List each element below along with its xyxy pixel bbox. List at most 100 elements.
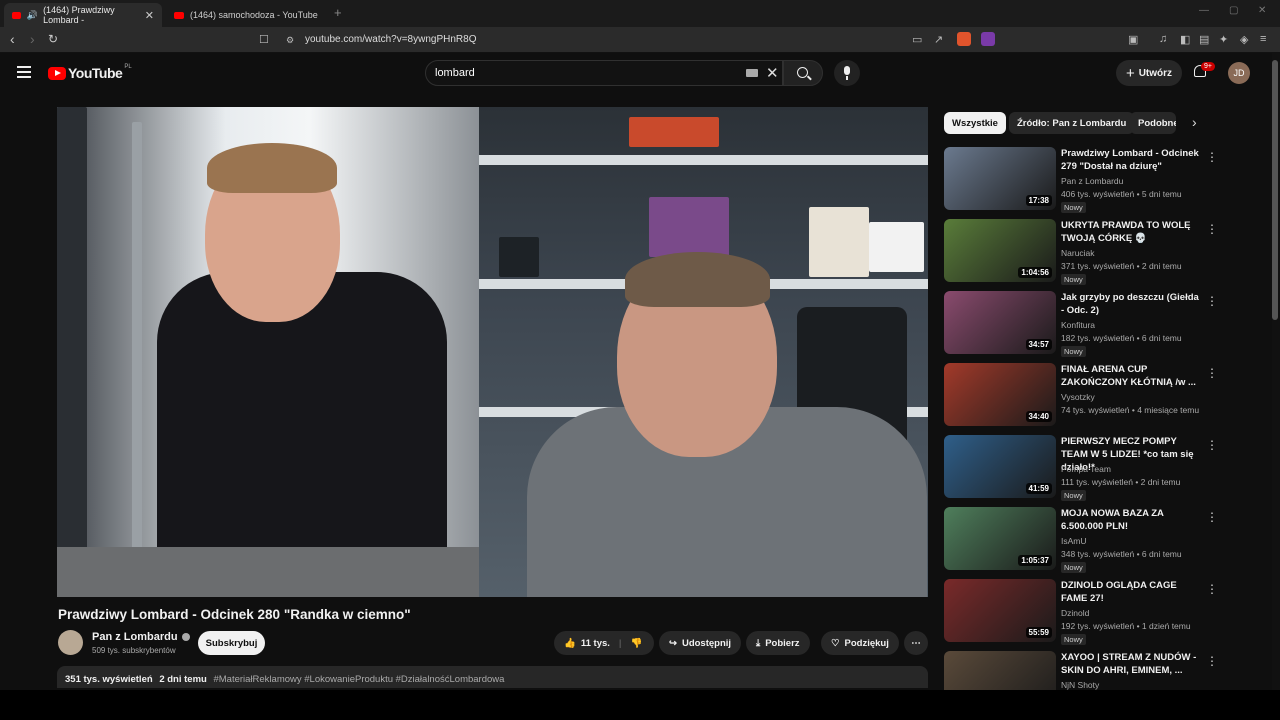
recommendation-item[interactable]: 1:05:37 MOJA NOWA BAZA ZA 6.500.000 PLN! I… <box>944 507 1224 573</box>
notification-badge: 9+ <box>1201 62 1215 71</box>
description-box[interactable]: 351 tys. wyświetleń 2 dni temu #Materiał… <box>57 666 928 688</box>
close-tab-icon[interactable]: ✕ <box>145 9 154 22</box>
site-info-icon[interactable]: ⚙ <box>286 35 294 46</box>
recommendation-item[interactable]: 41:59 PIERWSZY MECZ POMPY TEAM W 5 LIDZE!… <box>944 435 1224 501</box>
recommendation-channel[interactable]: Naruciak <box>1061 248 1095 258</box>
like-count[interactable]: 11 tys. <box>581 638 610 649</box>
more-vertical-icon[interactable]: ⋮ <box>1206 654 1218 668</box>
recommendation-channel[interactable]: Vysotzky <box>1061 392 1095 402</box>
video-player[interactable] <box>57 107 928 597</box>
browser-tab-active[interactable]: 🔊 (1464) Prawdziwy Lombard - ✕ <box>4 3 162 27</box>
video-thumbnail[interactable]: 1:04:56 <box>944 219 1056 282</box>
more-vertical-icon[interactable]: ⋮ <box>1206 294 1218 308</box>
recommendation-title[interactable]: Prawdziwy Lombard - Odcinek 279 "Dostał … <box>1061 147 1201 173</box>
wallet-icon[interactable]: ▤ <box>1199 33 1209 46</box>
recommendation-item[interactable]: 17:38 Prawdziwy Lombard - Odcinek 279 "Do… <box>944 147 1224 213</box>
video-duration: 34:57 <box>1025 339 1052 350</box>
more-vertical-icon[interactable]: ⋮ <box>1206 510 1218 524</box>
recommendation-title[interactable]: Jak grzyby po deszczu (Giełda - Odc. 2) <box>1061 291 1201 317</box>
recommendation-channel[interactable]: IsAmU <box>1061 536 1087 546</box>
recommendation-title[interactable]: XAYOO | STREAM Z NUDÓW - SKIN DO AHRI, E… <box>1061 651 1201 677</box>
create-button[interactable]: + Utwórz <box>1116 60 1182 86</box>
share-icon[interactable]: ↗ <box>934 33 943 46</box>
back-icon[interactable]: ‹ <box>10 31 15 47</box>
video-thumbnail[interactable]: 34:57 <box>944 291 1056 354</box>
share-icon: ↪ <box>669 637 677 649</box>
hamburger-menu-icon[interactable] <box>17 66 31 78</box>
bookmark-icon[interactable]: ☐ <box>259 33 269 46</box>
recommendation-channel[interactable]: NjN Shoty <box>1061 680 1099 690</box>
share-button[interactable]: ↪ Udostępnij <box>659 631 742 655</box>
recommendation-item[interactable]: 34:40 FINAŁ ARENA CUP ZAKOŃCZONY KŁÓTNIĄ … <box>944 363 1224 427</box>
chip-source[interactable]: Źródło: Pan z Lombardu <box>1009 112 1135 134</box>
more-vertical-icon[interactable]: ⋮ <box>1206 222 1218 236</box>
recommendation-channel[interactable]: Dzinold <box>1061 608 1089 618</box>
more-vertical-icon[interactable]: ⋮ <box>1206 150 1218 164</box>
panel-icon[interactable]: ◧ <box>1180 33 1190 46</box>
cast-icon[interactable]: ▭ <box>912 33 922 46</box>
logo-text: YouTube <box>68 65 123 81</box>
rewards-icon[interactable] <box>981 32 995 46</box>
browser-tab[interactable]: (1464) samochodoza - YouTube <box>166 3 326 27</box>
search-button[interactable] <box>783 60 823 86</box>
youtube-logo[interactable]: YouTube PL <box>48 64 132 81</box>
browser-tab-bar: 🔊 (1464) Prawdziwy Lombard - ✕ (1464) sa… <box>0 0 1280 27</box>
minimize-icon[interactable]: — <box>1199 5 1209 16</box>
video-thumbnail[interactable]: 41:59 <box>944 435 1056 498</box>
scrollbar-thumb[interactable] <box>1272 60 1278 320</box>
thanks-button[interactable]: ♡ Podziękuj <box>821 631 899 655</box>
video-thumbnail[interactable]: 17:38 <box>944 147 1056 210</box>
leo-icon[interactable]: ✦ <box>1219 33 1228 46</box>
url-field[interactable]: youtube.com/watch?v=8ywngPHnR8Q <box>305 34 476 45</box>
more-vertical-icon[interactable]: ⋮ <box>1206 582 1218 596</box>
dislike-icon[interactable]: 👎 <box>631 638 643 649</box>
new-tab-icon[interactable]: + <box>334 5 342 20</box>
recommendation-item[interactable]: 34:57 Jak grzyby po deszczu (Giełda - Odc… <box>944 291 1224 357</box>
channel-name[interactable]: Pan z Lombardu <box>92 631 190 643</box>
video-duration: 17:38 <box>1025 195 1052 206</box>
recommendation-item[interactable]: 55:59 DZINOLD OGLĄDA CAGE FAME 27! Dzinold… <box>944 579 1224 645</box>
close-window-icon[interactable]: ✕ <box>1258 5 1266 16</box>
brave-shield-icon[interactable] <box>957 32 971 46</box>
chevron-right-icon[interactable]: › <box>1192 114 1197 130</box>
video-duration: 34:40 <box>1025 411 1052 422</box>
account-avatar[interactable]: JD <box>1228 62 1250 84</box>
hashtags[interactable]: #MateriałReklamowy #LokowanieProduktu #D… <box>213 674 504 685</box>
subscribe-button[interactable]: Subskrybuj <box>198 631 265 655</box>
recommendation-title[interactable]: FINAŁ ARENA CUP ZAKOŃCZONY KŁÓTNIĄ /w ..… <box>1061 363 1201 389</box>
like-icon[interactable]: 👍 <box>564 638 576 649</box>
search-query: lombard <box>435 67 475 79</box>
search-input[interactable]: lombard ✕ <box>425 60 783 86</box>
more-vertical-icon[interactable]: ⋮ <box>1206 366 1218 380</box>
clear-search-icon[interactable]: ✕ <box>766 64 779 82</box>
recommendation-channel[interactable]: Pompa Team <box>1061 464 1111 474</box>
new-badge: Nowy <box>1061 562 1086 573</box>
youtube-header: YouTube PL lombard ✕ + Utwórz 9+ JD <box>0 53 1268 93</box>
maximize-icon[interactable]: ▢ <box>1229 5 1238 16</box>
more-actions-button[interactable]: ⋯ <box>904 631 928 655</box>
media-icon[interactable]: ♫ <box>1159 33 1167 45</box>
voice-search-icon[interactable] <box>834 60 860 86</box>
keyboard-icon[interactable] <box>746 69 758 77</box>
recommendation-channel[interactable]: Konfitura <box>1061 320 1095 330</box>
chip-all[interactable]: Wszystkie <box>944 112 1006 134</box>
video-thumbnail[interactable]: 1:05:37 <box>944 507 1056 570</box>
reload-icon[interactable]: ↻ <box>48 32 58 46</box>
chip-related[interactable]: Podobne <box>1130 112 1176 134</box>
recommendation-item[interactable]: 1:04:56 UKRYTA PRAWDA TO WOLĘ TWOJĄ CÓRKĘ… <box>944 219 1224 285</box>
recommendation-channel[interactable]: Pan z Lombardu <box>1061 176 1123 186</box>
vpn-icon[interactable]: ◈ <box>1240 33 1248 46</box>
menu-icon[interactable]: ≡ <box>1260 33 1266 45</box>
recommendation-title[interactable]: MOJA NOWA BAZA ZA 6.500.000 PLN! <box>1061 507 1201 533</box>
channel-avatar[interactable] <box>58 630 83 655</box>
download-button[interactable]: ⤓ Pobierz <box>746 631 810 655</box>
forward-icon[interactable]: › <box>30 31 35 47</box>
video-thumbnail[interactable]: 55:59 <box>944 579 1056 642</box>
recommendation-meta: 74 tys. wyświetleń • 4 miesiące temu <box>1061 405 1200 415</box>
more-vertical-icon[interactable]: ⋮ <box>1206 438 1218 452</box>
new-badge: Nowy <box>1061 274 1086 285</box>
video-thumbnail[interactable]: 34:40 <box>944 363 1056 426</box>
recommendation-title[interactable]: DZINOLD OGLĄDA CAGE FAME 27! <box>1061 579 1201 605</box>
sidebar-icon[interactable]: ▣ <box>1128 33 1138 46</box>
recommendation-title[interactable]: UKRYTA PRAWDA TO WOLĘ TWOJĄ CÓRKĘ 💀 <box>1061 219 1201 245</box>
